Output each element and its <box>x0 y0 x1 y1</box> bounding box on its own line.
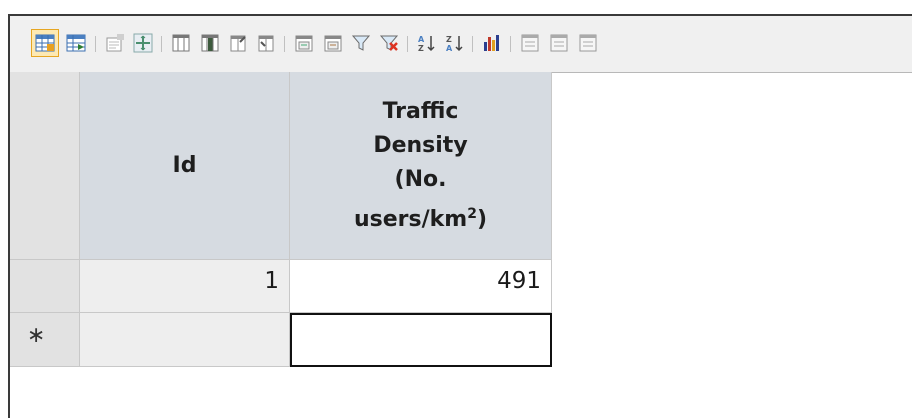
row-selector[interactable] <box>10 260 80 313</box>
cell-traffic-density[interactable]: 491 <box>290 260 552 313</box>
toolbar: A Z Z A <box>10 16 912 73</box>
header-line: users/km2) <box>290 196 551 236</box>
columns-select-button[interactable] <box>198 31 222 55</box>
form-view-icon <box>66 34 86 52</box>
print-button[interactable] <box>292 31 316 55</box>
print-preview-icon <box>324 35 342 52</box>
filter-button[interactable] <box>349 31 373 55</box>
columns-select-icon <box>201 34 219 52</box>
cell-id[interactable]: 1 <box>80 260 290 313</box>
print-icon <box>295 35 313 52</box>
datasheet-view-icon <box>35 34 55 52</box>
toolbar-separator <box>161 36 162 52</box>
sort-descending-button[interactable]: Z A <box>443 31 467 55</box>
properties-icon <box>106 34 124 52</box>
toolbar-separator <box>95 36 96 52</box>
unfreeze-columns-icon <box>258 35 274 52</box>
form-view-button[interactable] <box>64 31 88 55</box>
toolbar-separator <box>510 36 511 52</box>
new-row-cell-traffic-density[interactable] <box>290 313 552 367</box>
column-header-id[interactable]: Id <box>80 72 290 260</box>
columns-button[interactable] <box>169 31 193 55</box>
sort-ascending-icon: A Z <box>418 35 435 53</box>
record-next-icon <box>550 34 568 52</box>
column-header-traffic-density[interactable]: Traffic Density (No. users/km2) <box>290 72 552 260</box>
select-all-corner[interactable] <box>10 72 80 260</box>
properties-button[interactable] <box>103 31 127 55</box>
chart-icon <box>484 35 499 51</box>
svg-text:A: A <box>446 44 453 53</box>
zoom-icon <box>133 33 153 53</box>
toolbar-separator <box>407 36 408 52</box>
record-last-button[interactable] <box>576 31 600 55</box>
toolbar-separator <box>472 36 473 52</box>
datasheet-window: A Z Z A Id Traffic Density (No. users/km… <box>8 14 912 418</box>
chart-button[interactable] <box>480 31 504 55</box>
record-next-button[interactable] <box>547 31 571 55</box>
header-units: users/km <box>353 206 468 232</box>
svg-text:Z: Z <box>418 44 424 53</box>
column-header-traffic-density-label: Traffic Density (No. users/km2) <box>290 94 551 236</box>
column-header-id-label: Id <box>172 152 197 178</box>
header-line: Density <box>373 132 468 158</box>
datasheet-view-button[interactable] <box>31 29 59 57</box>
record-first-icon <box>521 34 539 52</box>
toolbar-separator <box>284 36 285 52</box>
print-preview-button[interactable] <box>321 31 345 55</box>
svg-text:Z: Z <box>446 35 452 44</box>
header-superscript: 2 <box>467 205 477 222</box>
filter-icon <box>351 35 371 51</box>
svg-text:A: A <box>418 35 425 44</box>
columns-icon <box>172 34 190 52</box>
freeze-columns-icon <box>230 35 246 52</box>
new-row-selector[interactable]: ∗ <box>10 313 80 367</box>
cell-traffic-density-value: 491 <box>497 268 541 294</box>
clear-filter-button[interactable] <box>377 31 401 55</box>
unfreeze-columns-button[interactable] <box>254 31 278 55</box>
new-row-cell-id[interactable] <box>80 313 290 367</box>
sort-descending-icon: Z A <box>446 35 463 53</box>
record-last-icon <box>579 34 597 52</box>
freeze-columns-button[interactable] <box>226 31 250 55</box>
sort-ascending-button[interactable]: A Z <box>415 31 439 55</box>
clear-filter-icon <box>379 35 399 51</box>
header-line: Traffic <box>382 98 459 124</box>
cell-id-value: 1 <box>264 268 279 294</box>
zoom-button[interactable] <box>131 31 155 55</box>
header-line: (No. <box>394 166 447 192</box>
new-record-marker: ∗ <box>27 323 46 348</box>
record-first-button[interactable] <box>518 31 542 55</box>
header-close-paren: ) <box>476 206 488 232</box>
